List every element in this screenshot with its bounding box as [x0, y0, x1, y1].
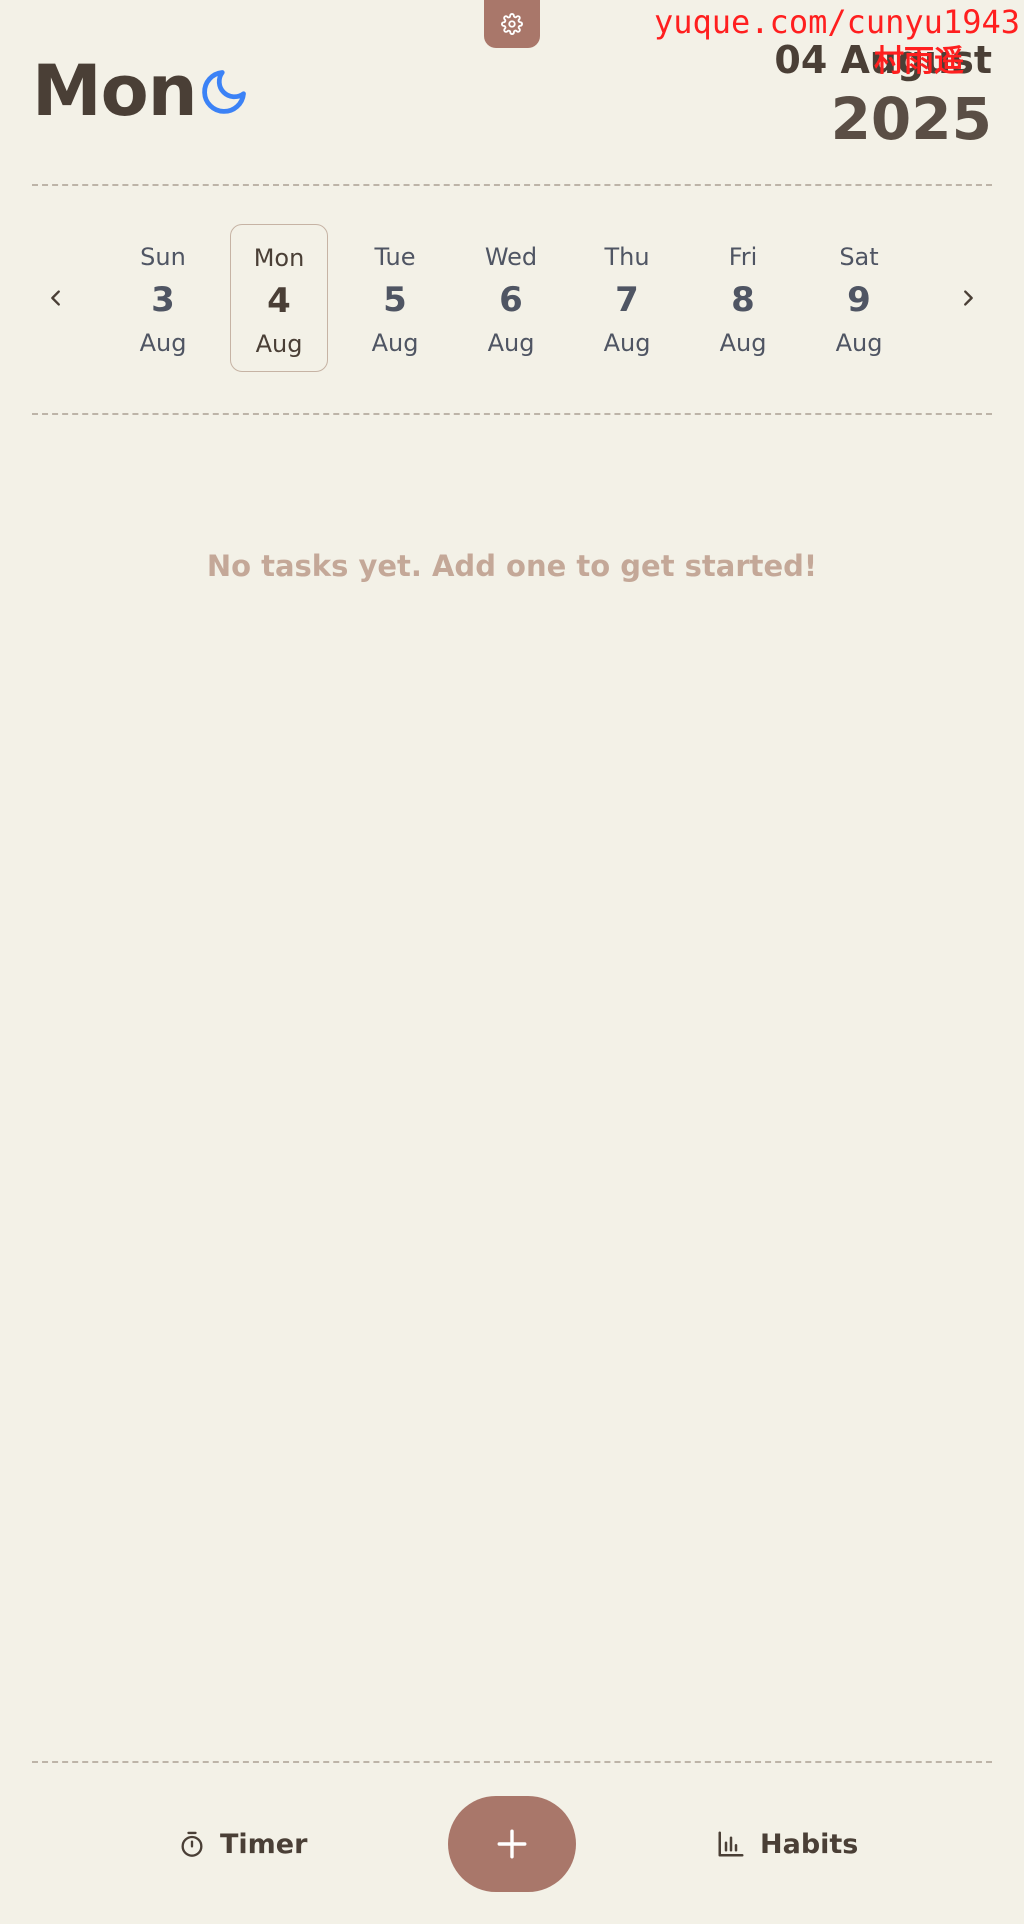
day-cell-thu[interactable]: Thu 7 Aug — [578, 224, 676, 372]
timer-button[interactable]: Timer — [178, 1820, 307, 1868]
day-month: Aug — [603, 329, 651, 357]
day-number: 4 — [267, 281, 291, 321]
watermark-url: yuque.com/cunyu1943 — [653, 3, 1020, 41]
chevron-left-icon — [51, 290, 60, 306]
week-strip: Sun 3 Aug Mon 4 Aug Tue 5 Aug Wed 6 Aug … — [32, 222, 992, 374]
bottom-nav: Timer Habits — [0, 1764, 1024, 1924]
day-weekday: Sat — [839, 243, 879, 271]
day-cell-sun[interactable]: Sun 3 Aug — [114, 224, 212, 372]
moon-icon[interactable] — [198, 66, 250, 118]
day-month: Aug — [487, 329, 535, 357]
day-number: 6 — [499, 280, 523, 320]
add-task-button[interactable] — [448, 1796, 576, 1892]
day-cell-mon-selected[interactable]: Mon 4 Aug — [230, 224, 328, 372]
day-number: 7 — [615, 280, 639, 320]
day-weekday: Tue — [374, 243, 416, 271]
day-month: Aug — [255, 330, 303, 358]
day-number: 3 — [151, 280, 175, 320]
day-cell-wed[interactable]: Wed 6 Aug — [462, 224, 560, 372]
day-number: 9 — [847, 280, 871, 320]
page-title: Mon — [32, 50, 198, 132]
habits-label: Habits — [760, 1828, 859, 1860]
day-month: Aug — [719, 329, 767, 357]
header-divider — [32, 184, 992, 186]
day-number: 5 — [383, 280, 407, 320]
habits-button[interactable]: Habits — [716, 1820, 858, 1868]
day-month: Aug — [371, 329, 419, 357]
timer-label: Timer — [220, 1828, 308, 1860]
day-month: Aug — [835, 329, 883, 357]
settings-button[interactable] — [484, 0, 540, 48]
next-week-button[interactable] — [944, 272, 992, 324]
bottom-divider — [32, 1761, 992, 1763]
day-cell-sat[interactable]: Sat 9 Aug — [810, 224, 908, 372]
day-number: 8 — [731, 280, 755, 320]
watermark-name: 村雨遥 — [874, 44, 964, 79]
day-month: Aug — [139, 329, 187, 357]
stopwatch-icon — [181, 1831, 203, 1857]
day-weekday: Mon — [253, 244, 305, 272]
empty-tasks-message: No tasks yet. Add one to get started! — [206, 549, 818, 583]
plus-icon — [497, 1829, 527, 1859]
week-divider — [32, 413, 992, 415]
day-weekday: Sun — [140, 243, 186, 271]
previous-week-button[interactable] — [32, 272, 80, 324]
day-cell-fri[interactable]: Fri 8 Aug — [694, 224, 792, 372]
day-weekday: Fri — [728, 243, 758, 271]
day-cell-tue[interactable]: Tue 5 Aug — [346, 224, 444, 372]
gear-icon — [501, 13, 523, 35]
day-weekday: Thu — [604, 243, 650, 271]
day-weekday: Wed — [484, 243, 538, 271]
bar-chart-icon — [718, 1831, 744, 1857]
year-label: 2025 — [830, 85, 992, 153]
chevron-right-icon — [964, 290, 973, 306]
